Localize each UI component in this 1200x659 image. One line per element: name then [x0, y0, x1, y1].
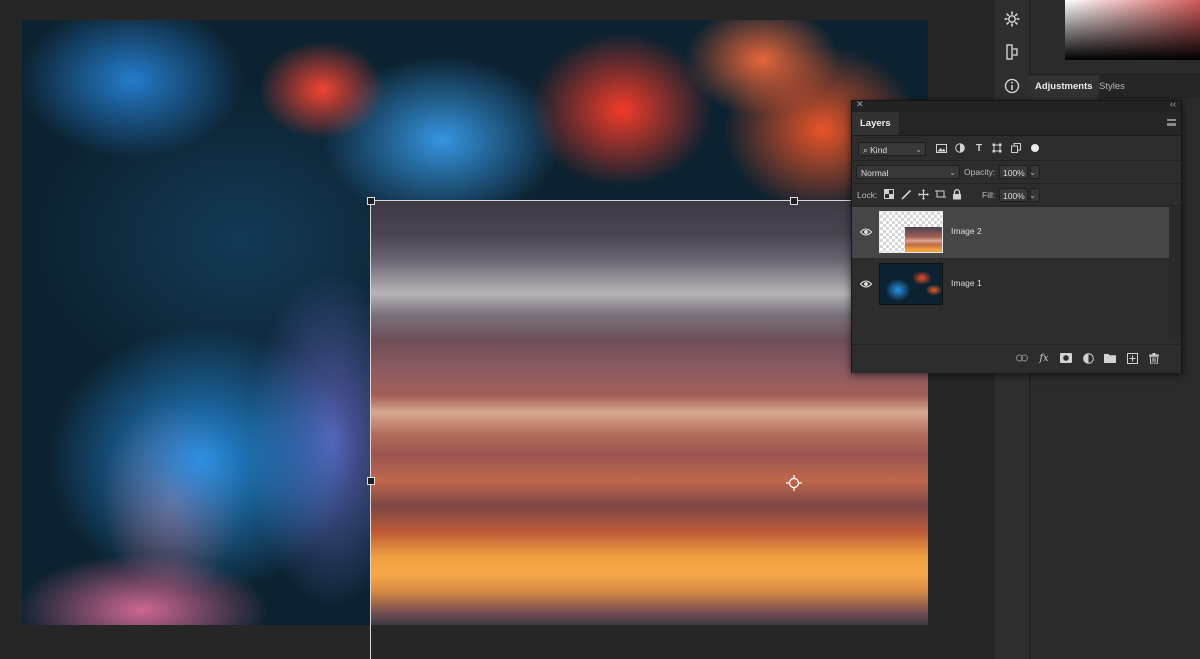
filter-toggle-icon[interactable] [1028, 141, 1042, 155]
transform-handle-top-middle[interactable] [790, 197, 798, 205]
panel-header: Layers [852, 112, 1181, 136]
reference-point-crosshair-icon[interactable] [786, 475, 802, 491]
close-icon[interactable]: ✕ [856, 99, 864, 110]
color-picker-field[interactable] [1065, 0, 1200, 60]
lock-artboard-icon[interactable] [933, 187, 947, 201]
lock-transparency-icon[interactable] [882, 187, 896, 201]
gear-icon[interactable] [1002, 9, 1022, 29]
smart-object-filter-icon[interactable] [1009, 141, 1023, 155]
tab-adjustments[interactable]: Adjustments [1029, 75, 1099, 99]
layer-row-image-1[interactable]: Image 1 [852, 259, 1169, 310]
transform-handle-top-left[interactable] [367, 197, 375, 205]
fill-label: Fill: [982, 190, 996, 200]
eye-icon[interactable] [860, 227, 872, 237]
chevron-down-icon: ⌄ [949, 168, 956, 177]
delete-icon[interactable] [1147, 351, 1161, 365]
blend-mode-select[interactable]: Normal ⌄ [856, 165, 960, 179]
filter-kind-select[interactable]: ⌕ Kind ⌄ [858, 142, 926, 156]
layers-panel-footer: fx [852, 344, 1181, 373]
chevron-down-icon: ⌄ [1029, 168, 1036, 177]
eye-icon[interactable] [860, 279, 872, 289]
blend-row: Normal ⌄ Opacity: 100% ⌄ [852, 161, 1181, 184]
fx-icon[interactable]: fx [1037, 351, 1051, 365]
adjustment-layer-icon[interactable] [1081, 351, 1095, 365]
opacity-label: Opacity: [964, 167, 996, 177]
transform-bounding-box-left [370, 200, 371, 659]
chevron-down-icon: ⌄ [1029, 191, 1036, 200]
lock-label: Lock: [857, 190, 878, 200]
layer-image-2-pixels[interactable] [371, 200, 928, 625]
lock-row: Lock: Fill: 100% ⌄ [852, 183, 1181, 206]
layer-thumbnail-content [905, 227, 942, 252]
search-icon: ⌕ [863, 145, 868, 155]
history-icon[interactable] [1002, 42, 1022, 62]
opacity-input[interactable]: 100% [999, 165, 1028, 179]
tab-layers[interactable]: Layers [852, 112, 899, 135]
layers-panel: ✕ ‹‹ Layers ⌕ Kind ⌄ T Normal ⌄ Opacity:… [851, 99, 1182, 373]
layer-thumbnail[interactable] [879, 263, 943, 305]
layer-list: Image 2 Image 1 [852, 207, 1181, 342]
lock-position-icon[interactable] [916, 187, 930, 201]
blend-mode-value: Normal [861, 168, 889, 178]
chevron-down-icon: ⌄ [915, 145, 922, 154]
layer-row-image-2[interactable]: Image 2 [852, 207, 1169, 258]
layer-thumbnail[interactable] [879, 211, 943, 253]
new-layer-icon[interactable] [1125, 351, 1139, 365]
transform-handle-middle-left[interactable] [367, 477, 375, 485]
filter-kind-label: Kind [870, 145, 888, 155]
adjustments-tab-bar: Adjustments Styles [1029, 74, 1200, 99]
layers-scrollbar[interactable] [1169, 207, 1181, 342]
fill-dropdown-button[interactable]: ⌄ [1029, 188, 1040, 202]
layer-filter-row: ⌕ Kind ⌄ T [852, 138, 1181, 161]
image-filter-icon[interactable] [934, 141, 948, 155]
lock-image-icon[interactable] [899, 187, 913, 201]
add-mask-icon[interactable] [1059, 351, 1073, 365]
layer-name[interactable]: Image 1 [951, 278, 982, 288]
adjustment-filter-icon[interactable] [953, 141, 967, 155]
panel-title-strip: ✕ ‹‹ [852, 99, 1181, 112]
new-group-icon[interactable] [1103, 351, 1117, 365]
type-filter-icon[interactable]: T [972, 141, 986, 155]
panel-menu-icon[interactable] [1167, 119, 1176, 126]
document-canvas[interactable] [0, 0, 995, 659]
shape-filter-icon[interactable] [990, 141, 1004, 155]
info-icon[interactable] [1002, 76, 1022, 96]
layer-name[interactable]: Image 2 [951, 226, 982, 236]
link-layers-icon[interactable] [1015, 351, 1029, 365]
opacity-dropdown-button[interactable]: ⌄ [1029, 165, 1040, 179]
lock-all-icon[interactable] [950, 187, 964, 201]
collapse-panel-icon[interactable]: ‹‹ [1170, 99, 1176, 109]
tab-styles[interactable]: Styles [1093, 75, 1131, 99]
transform-bounding-box-top [370, 200, 928, 201]
fill-input[interactable]: 100% [999, 188, 1028, 202]
